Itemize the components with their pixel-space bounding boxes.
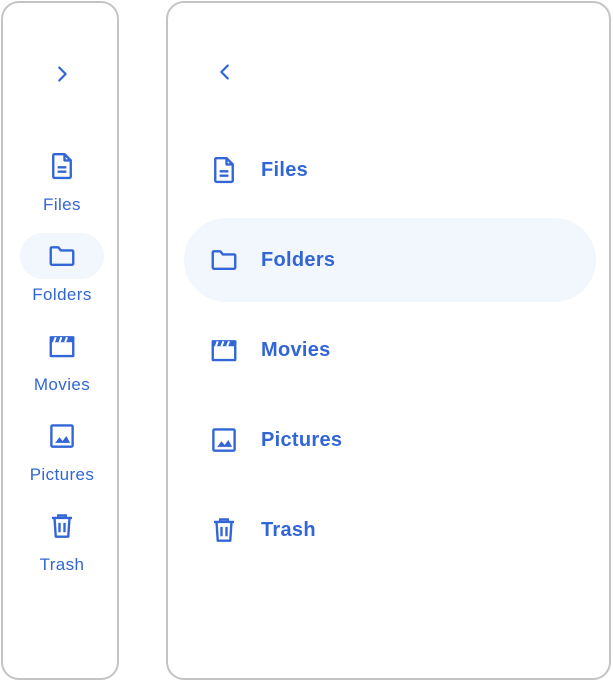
rail-item-pictures[interactable]: Pictures bbox=[3, 413, 121, 493]
trash-icon bbox=[52, 514, 72, 538]
navigation-rail: Files Folders Movies Pictures Trash bbox=[1, 1, 119, 680]
drawer-item-icon bbox=[209, 155, 239, 185]
rail-item-folders[interactable]: Folders bbox=[3, 233, 121, 313]
folder-icon bbox=[211, 250, 237, 270]
rail-item-label: Pictures bbox=[29, 465, 95, 484]
drawer-item-icon bbox=[209, 425, 239, 455]
rail-item-indicator bbox=[20, 143, 104, 189]
image-icon bbox=[212, 428, 236, 452]
drawer-item-label: Folders bbox=[261, 248, 336, 271]
movie-icon bbox=[49, 336, 75, 358]
rail-item-files[interactable]: Files bbox=[3, 143, 121, 223]
chevron-right-icon bbox=[58, 66, 67, 82]
rail-item-label: Trash bbox=[39, 555, 85, 574]
rail-item-label: Folders bbox=[32, 285, 92, 304]
file-icon bbox=[214, 156, 234, 184]
movie-icon bbox=[211, 340, 237, 362]
rail-item-indicator bbox=[20, 233, 104, 279]
drawer-item-label: Files bbox=[261, 158, 309, 181]
drawer-item-trash[interactable]: Trash bbox=[184, 488, 596, 572]
drawer-item-label: Trash bbox=[261, 518, 316, 541]
trash-icon bbox=[214, 518, 234, 542]
chevron-left-icon bbox=[220, 64, 229, 80]
collapse-button[interactable] bbox=[209, 56, 241, 88]
expand-button[interactable] bbox=[46, 58, 78, 90]
drawer-item-label: Pictures bbox=[261, 428, 343, 451]
rail-item-indicator bbox=[20, 323, 104, 369]
rail-item-indicator bbox=[20, 503, 104, 549]
drawer-item-folders[interactable]: Folders bbox=[184, 218, 596, 302]
folder-icon bbox=[49, 246, 75, 266]
drawer-item-icon bbox=[209, 245, 239, 275]
drawer-item-icon bbox=[209, 515, 239, 545]
rail-item-label: Files bbox=[43, 195, 81, 214]
drawer-item-pictures[interactable]: Pictures bbox=[184, 398, 596, 482]
drawer-item-movies[interactable]: Movies bbox=[184, 308, 596, 392]
drawer-item-label: Movies bbox=[261, 338, 331, 361]
rail-item-indicator bbox=[20, 413, 104, 459]
file-icon bbox=[52, 152, 72, 180]
image-icon bbox=[50, 424, 74, 448]
rail-item-label: Movies bbox=[33, 375, 91, 394]
rail-item-movies[interactable]: Movies bbox=[3, 323, 121, 403]
drawer-item-icon bbox=[209, 335, 239, 365]
rail-item-trash[interactable]: Trash bbox=[3, 503, 121, 583]
navigation-drawer: Files Folders Movies Pictures Trash bbox=[166, 1, 611, 680]
drawer-item-files[interactable]: Files bbox=[184, 128, 596, 212]
